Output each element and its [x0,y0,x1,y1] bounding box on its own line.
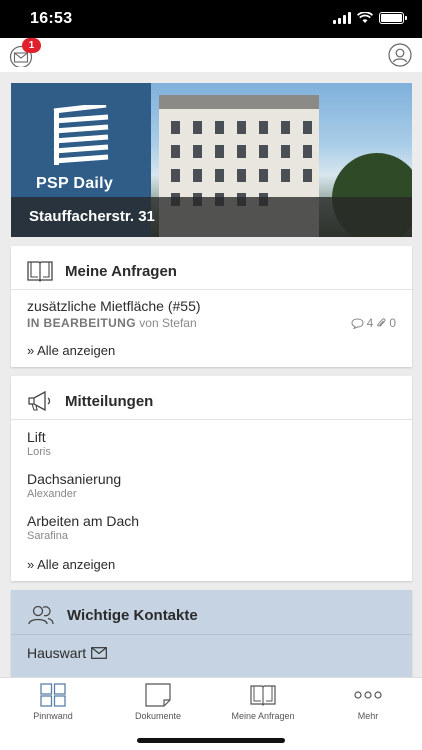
tab-dokumente[interactable]: Dokumente [108,683,208,721]
status-bar: 16:53 [0,0,422,38]
book-icon [250,685,276,706]
message-title: Lift [27,429,46,445]
message-title: Arbeiten am Dach [27,513,140,529]
app-header: 1 [0,38,422,72]
requests-card: Meine Anfragen zusätzliche Mietfläche (#… [11,246,412,367]
message-author: Alexander [27,488,77,500]
request-author: von Stefan [139,316,197,330]
cellular-signal-icon [333,12,351,24]
tab-meine-anfragen[interactable]: Meine Anfragen [213,683,313,721]
contacts-card-title: Wichtige Kontakte [67,606,198,624]
envelope-icon[interactable] [91,647,108,659]
notification-badge: 1 [22,38,41,53]
message-author: Loris [27,446,51,458]
requests-card-title: Meine Anfragen [65,262,177,280]
status-time: 16:53 [30,10,73,27]
attachment-count: 0 [389,316,396,330]
grid-icon [40,683,66,707]
requests-show-all-link[interactable]: » Alle anzeigen [27,343,115,358]
property-address: Stauffacherstr. 31 [29,208,155,225]
comment-icon [351,317,364,329]
messages-show-all-link[interactable]: » Alle anzeigen [27,557,115,572]
contacts-icon [28,605,54,625]
profile-icon[interactable] [388,43,412,67]
contacts-card-header: Wichtige Kontakte [27,604,198,626]
attachment-icon [377,318,386,327]
messages-card: Mitteilungen Lift Loris Dachsanierung Al… [11,376,412,581]
messages-card-title: Mitteilungen [65,392,154,410]
property-hero[interactable]: PSP Daily Stauffacherstr. 31 [11,83,412,237]
message-author: Sarafina [27,530,68,542]
tab-label: Dokumente [134,711,182,721]
contacts-card: Wichtige Kontakte Hauswart [11,590,412,677]
request-status-line: IN BEARBEITUNG von Stefan [27,316,197,330]
requests-card-header: Meine Anfragen [27,260,177,282]
document-icon [145,683,171,707]
megaphone-icon [28,390,51,412]
request-title: zusätzliche Mietfläche (#55) [27,298,201,314]
wifi-icon [357,12,373,23]
tab-label: Meine Anfragen [231,711,295,721]
request-status: IN BEARBEITUNG [27,316,136,330]
more-icon [354,691,382,699]
tab-mehr[interactable]: Mehr [318,683,418,721]
tab-label: Pinnwand [33,711,73,721]
address-caption: Stauffacherstr. 31 [11,197,412,237]
status-indicators [333,12,407,24]
psp-logo-icon [53,105,109,165]
logo-text: PSP Daily [36,175,114,192]
tab-pinnwand[interactable]: Pinnwand [3,683,103,721]
home-indicator[interactable] [137,738,285,743]
message-title: Dachsanierung [27,471,122,487]
comment-count: 4 [366,316,374,330]
contact-item[interactable]: Hauswart [27,645,108,661]
messages-card-header: Mitteilungen [27,390,153,412]
book-icon [27,261,53,282]
request-counts: 4 0 [351,316,396,330]
battery-icon [379,12,407,24]
tab-label: Mehr [357,711,379,721]
contact-label: Hauswart [27,645,87,661]
